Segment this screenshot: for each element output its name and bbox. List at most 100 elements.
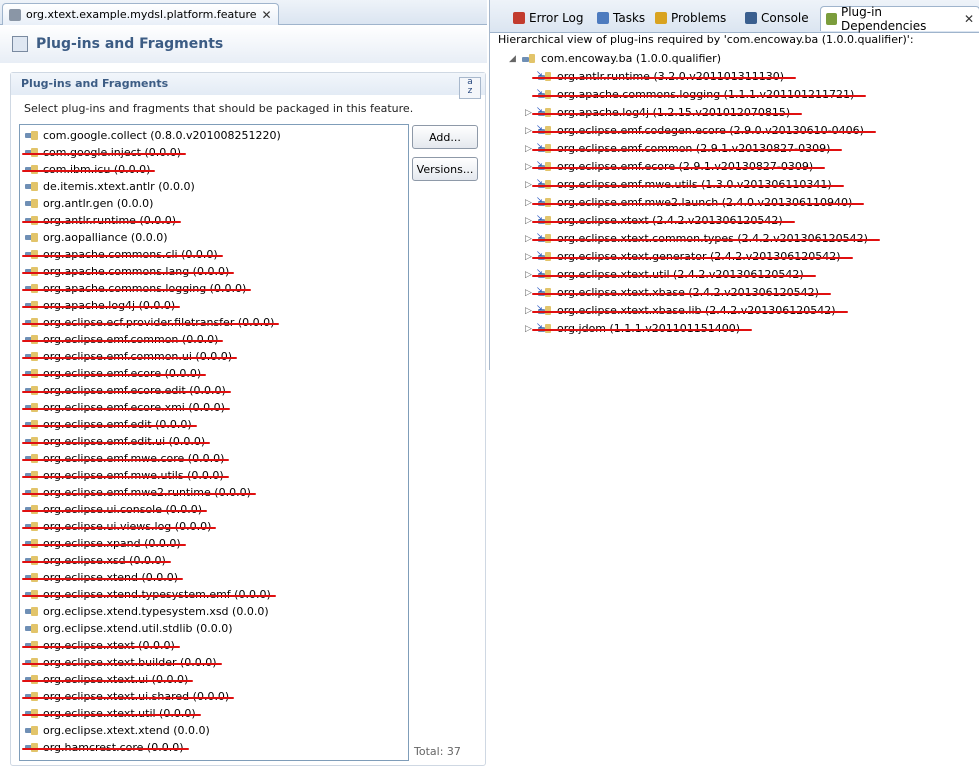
plugin-list-item[interactable]: org.hamcrest.core (0.0.0) [22, 739, 189, 756]
page-header: Plug-ins and Fragments [0, 25, 487, 63]
strikethrough-mark [532, 329, 752, 331]
dependency-tree[interactable]: ◢ com.encoway.ba (1.0.0.qualifier) ↘org.an… [490, 48, 979, 368]
plugin-list-item[interactable]: de.itemis.xtext.antlr (0.0.0) [25, 178, 195, 195]
plugin-list-item[interactable]: org.eclipse.emf.ecore.xmi (0.0.0) [22, 399, 230, 416]
view-tab-tasks[interactable]: Tasks [592, 6, 650, 30]
plugin-list-item[interactable]: org.eclipse.xpand (0.0.0) [22, 535, 186, 552]
plugin-icon [25, 726, 38, 735]
view-tab-plug-in-dependencies[interactable]: Plug-in Dependencies ✕ [820, 5, 979, 33]
plugin-list-item[interactable]: org.eclipse.ui.views.log (0.0.0) [22, 518, 216, 535]
tree-node[interactable]: ▷↘org.eclipse.xtext (2.4.2.v201306120542… [524, 212, 795, 229]
view-description: Hierarchical view of plug-ins required b… [498, 33, 914, 46]
tree-root-label: com.encoway.ba (1.0.0.qualifier) [541, 52, 721, 65]
tree-node[interactable]: ▷↘org.apache.log4j (1.2.15.v201012070815… [524, 104, 802, 121]
plugin-list-item[interactable]: com.google.collect (0.8.0.v201008251220) [25, 127, 281, 144]
plugin-list[interactable]: com.google.collect (0.8.0.v201008251220)… [19, 124, 409, 761]
tree-node[interactable]: ▷↘org.eclipse.emf.mwe.utils (1.3.0.v2013… [524, 176, 844, 193]
plugin-list-item[interactable]: org.eclipse.xsd (0.0.0) [22, 552, 171, 569]
plugin-icon [25, 199, 38, 208]
plugin-list-item[interactable]: org.eclipse.xtext.ui.shared (0.0.0) [22, 688, 234, 705]
tree-node[interactable]: ↘org.apache.commons.logging (1.1.1.v2011… [524, 86, 866, 103]
strikethrough-mark [22, 663, 222, 665]
plugin-list-item[interactable]: org.eclipse.xtext (0.0.0) [22, 637, 180, 654]
strikethrough-mark [22, 459, 229, 461]
plugin-list-item[interactable]: org.eclipse.xtend.typesystem.emf (0.0.0) [22, 586, 276, 603]
feature-editor: org.xtext.example.mydsl.platform.feature… [0, 0, 487, 767]
plugin-list-item[interactable]: org.eclipse.xtext.builder (0.0.0) [22, 654, 222, 671]
plugin-list-item[interactable]: org.apache.commons.cli (0.0.0) [22, 246, 223, 263]
plugin-list-item[interactable]: org.eclipse.emf.mwe2.runtime (0.0.0) [22, 484, 256, 501]
close-icon[interactable]: ✕ [262, 8, 272, 22]
view-tab-label: Console [761, 11, 809, 25]
tree-node[interactable]: ▷↘org.jdom (1.1.1.v201101151400) [524, 320, 752, 337]
plugin-list-item[interactable]: org.eclipse.xtend (0.0.0) [22, 569, 183, 586]
plugin-list-item[interactable]: com.ibm.icu (0.0.0) [22, 161, 155, 178]
strikethrough-mark [22, 493, 256, 495]
tree-node[interactable]: ▷↘org.eclipse.xtext.xbase (2.4.2.v201306… [524, 284, 831, 301]
plugin-list-item[interactable]: org.eclipse.emf.common.ui (0.0.0) [22, 348, 237, 365]
strikethrough-mark [532, 311, 848, 313]
versions-button[interactable]: Versions... [412, 157, 478, 181]
tree-node[interactable]: ▷↘org.eclipse.emf.codegen.ecore (2.9.0.v… [524, 122, 876, 139]
plugin-dependencies-icon [826, 13, 837, 25]
plugin-list-item[interactable]: org.eclipse.xtend.typesystem.xsd (0.0.0) [25, 603, 269, 620]
strikethrough-mark [22, 323, 279, 325]
strikethrough-mark [22, 544, 186, 546]
plugin-list-item[interactable]: org.eclipse.emf.edit (0.0.0) [22, 416, 197, 433]
close-icon[interactable]: ✕ [964, 12, 974, 26]
tree-node[interactable]: ▷↘org.eclipse.xtext.xbase.lib (2.4.2.v20… [524, 302, 848, 319]
tree-node[interactable]: ▷↘org.eclipse.xtext.generator (2.4.2.v20… [524, 248, 853, 265]
plugin-list-item[interactable]: org.eclipse.xtext.ui (0.0.0) [22, 671, 193, 688]
strikethrough-mark [532, 131, 876, 133]
add-button[interactable]: Add... [412, 125, 478, 149]
plugin-list-item[interactable]: org.apache.log4j (0.0.0) [22, 297, 180, 314]
plugin-list-item[interactable]: org.eclipse.emf.mwe.core (0.0.0) [22, 450, 229, 467]
plugin-list-item[interactable]: org.eclipse.xtext.xtend (0.0.0) [25, 722, 210, 739]
plugin-list-item[interactable]: org.apache.commons.logging (0.0.0) [22, 280, 251, 297]
view-tab-console[interactable]: Console [740, 6, 814, 30]
collapse-icon[interactable]: ◢ [508, 54, 517, 64]
strikethrough-mark [22, 306, 180, 308]
plugin-list-item[interactable]: org.eclipse.ui.console (0.0.0) [22, 501, 207, 518]
plugins-section: Plug-ins and Fragments az Select plug-in… [10, 72, 486, 766]
plugin-dependencies-view: Error Log Tasks Problems Console Plug-in Dep… [489, 0, 979, 370]
plugin-list-item[interactable]: org.eclipse.emf.edit.ui (0.0.0) [22, 433, 210, 450]
view-tab-problems[interactable]: Problems [650, 6, 731, 30]
tree-node[interactable]: ▷↘org.eclipse.xtext.common.types (2.4.2.… [524, 230, 880, 247]
section-description: Select plug-ins and fragments that shoul… [24, 102, 414, 115]
editor-tab-bar: org.xtext.example.mydsl.platform.feature… [0, 0, 487, 25]
plugin-list-item[interactable]: org.eclipse.ecf.provider.filetransfer (0… [22, 314, 279, 331]
plugin-list-item[interactable]: org.eclipse.emf.mwe.utils (0.0.0) [22, 467, 229, 484]
feature-file-icon [9, 8, 21, 21]
plugin-label: com.google.collect (0.8.0.v201008251220) [43, 129, 281, 142]
plugin-list-item[interactable]: org.eclipse.emf.common (0.0.0) [22, 331, 223, 348]
strikethrough-mark [22, 255, 223, 257]
strikethrough-mark [22, 595, 276, 597]
tree-node[interactable]: ↘org.antlr.runtime (3.2.0.v201101311130) [524, 68, 796, 85]
plugin-list-item[interactable]: org.antlr.runtime (0.0.0) [22, 212, 181, 229]
tree-node[interactable]: ▷↘org.eclipse.emf.mwe2.launch (2.4.0.v20… [524, 194, 864, 211]
plugin-list-item[interactable]: org.eclipse.xtend.util.stdlib (0.0.0) [25, 620, 233, 637]
tree-node[interactable]: ▷↘org.eclipse.emf.common (2.9.1.v2013082… [524, 140, 842, 157]
plugin-list-item[interactable]: com.google.inject (0.0.0) [22, 144, 186, 161]
strikethrough-mark [22, 153, 186, 155]
editor-tab[interactable]: org.xtext.example.mydsl.platform.feature… [2, 3, 279, 25]
view-tab-bar: Error Log Tasks Problems Console Plug-in Dep… [490, 0, 979, 33]
tree-node[interactable]: ▷↘org.eclipse.xtext.util (2.4.2.v2013061… [524, 266, 816, 283]
view-tab-label: Tasks [613, 11, 646, 25]
strikethrough-mark [532, 293, 831, 295]
strikethrough-mark [22, 714, 201, 716]
strikethrough-mark [22, 476, 229, 478]
plugin-list-item[interactable]: org.eclipse.emf.ecore.edit (0.0.0) [22, 382, 231, 399]
view-tab-error-log[interactable]: Error Log [508, 6, 589, 30]
sort-alphabetically-icon[interactable]: az [459, 77, 481, 99]
plugin-label: org.eclipse.xtend.util.stdlib (0.0.0) [43, 622, 233, 635]
plugin-list-item[interactable]: org.antlr.gen (0.0.0) [25, 195, 153, 212]
plugin-list-item[interactable]: org.eclipse.emf.ecore (0.0.0) [22, 365, 206, 382]
plugin-list-item[interactable]: org.aopalliance (0.0.0) [25, 229, 168, 246]
tree-root-node[interactable]: ◢ com.encoway.ba (1.0.0.qualifier) [508, 50, 721, 67]
tree-node[interactable]: ▷↘org.eclipse.emf.ecore (2.9.1.v20130827… [524, 158, 825, 175]
strikethrough-mark [532, 113, 802, 115]
plugin-list-item[interactable]: org.apache.commons.lang (0.0.0) [22, 263, 234, 280]
plugin-list-item[interactable]: org.eclipse.xtext.util (0.0.0) [22, 705, 201, 722]
